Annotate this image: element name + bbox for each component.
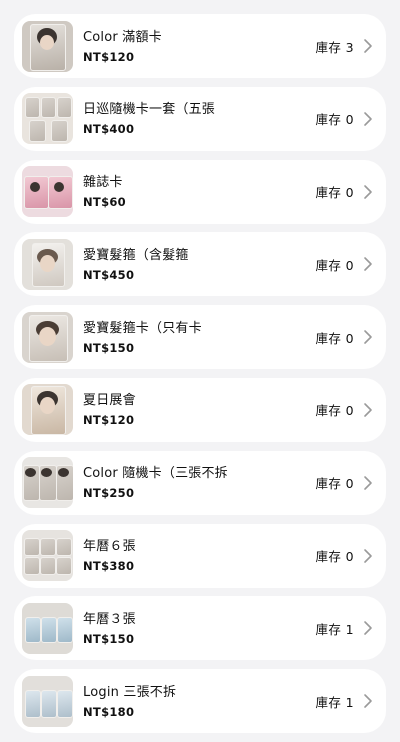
- product-row[interactable]: 年曆６張 NT$380 庫存 0: [14, 523, 386, 588]
- photocard-set-icon: [22, 93, 73, 145]
- product-row[interactable]: 夏日展會 NT$120 庫存 0: [14, 377, 386, 442]
- stock-count: 庫存 1: [315, 621, 354, 637]
- headband-photo-icon: [22, 238, 73, 290]
- calendar-three-icon: [22, 602, 73, 654]
- magazine-card-icon: [22, 166, 73, 218]
- three-card-set-icon: [22, 457, 73, 509]
- chevron-right-icon: [364, 694, 372, 708]
- stock-count: 庫存 0: [315, 549, 354, 565]
- product-price: NT$380: [83, 559, 135, 574]
- product-price: NT$150: [83, 340, 135, 355]
- product-list: Color 滿額卡 NT$120 庫存 3 日巡隨機卡一套（五張 NT$400 …: [14, 14, 386, 742]
- product-price: NT$60: [83, 195, 126, 210]
- product-row[interactable]: 雜誌卡 NT$60 庫存 0: [14, 159, 386, 224]
- product-name: 日巡隨機卡一套（五張: [83, 102, 216, 118]
- product-row[interactable]: Color 隨機卡（三張不拆 NT$250 庫存 0: [14, 450, 386, 515]
- stock-count: 庫存 0: [315, 257, 354, 273]
- product-name: 愛寶髮箍（含髮箍: [83, 247, 189, 263]
- chevron-right-icon: [364, 184, 372, 199]
- stock-count: 庫存 0: [315, 403, 354, 419]
- product-price: NT$250: [83, 486, 135, 501]
- product-price: NT$400: [83, 122, 135, 137]
- chevron-right-icon: [364, 475, 372, 490]
- stock-count: 庫存 0: [315, 330, 354, 346]
- product-name: 夏日展會: [83, 393, 136, 409]
- product-price: NT$180: [83, 704, 135, 719]
- stock-count: 庫存 0: [315, 476, 354, 492]
- product-price: NT$120: [83, 413, 135, 428]
- headband-card-icon: [22, 311, 73, 363]
- product-row[interactable]: 日巡隨機卡一套（五張 NT$400 庫存 0: [14, 86, 386, 151]
- stock-count: 庫存 1: [315, 694, 354, 710]
- product-name: Login 三張不拆: [83, 684, 177, 700]
- single-photocard-icon: [22, 20, 73, 72]
- chevron-right-icon: [364, 621, 372, 636]
- product-name: 年曆６張: [83, 539, 136, 555]
- summer-event-card-icon: [22, 384, 73, 436]
- chevron-right-icon: [364, 39, 372, 53]
- product-price: NT$150: [83, 631, 135, 646]
- chevron-right-icon: [364, 111, 372, 126]
- product-name: 年曆３張: [83, 611, 136, 627]
- product-row[interactable]: 愛寶髮箍卡（只有卡 NT$150 庫存 0: [14, 305, 386, 370]
- product-name: Color 滿額卡: [83, 29, 162, 45]
- product-row[interactable]: Color 滿額卡 NT$120 庫存 3: [14, 14, 386, 78]
- product-name: Color 隨機卡（三張不拆: [83, 466, 228, 482]
- chevron-right-icon: [364, 257, 372, 272]
- chevron-right-icon: [364, 330, 372, 344]
- calendar-six-icon: [22, 530, 73, 582]
- chevron-right-icon: [364, 403, 372, 417]
- product-name: 愛寶髮箍卡（只有卡: [83, 320, 202, 336]
- stock-count: 庫存 0: [315, 185, 354, 201]
- product-price: NT$120: [83, 49, 135, 64]
- product-price: NT$450: [83, 267, 135, 282]
- stock-count: 庫存 0: [315, 112, 354, 128]
- product-row[interactable]: 年曆３張 NT$150 庫存 1: [14, 596, 386, 661]
- login-card-set-icon: [22, 675, 73, 727]
- chevron-right-icon: [364, 548, 372, 563]
- product-row[interactable]: Login 三張不拆 NT$180 庫存 1: [14, 669, 386, 734]
- product-row[interactable]: 愛寶髮箍（含髮箍 NT$450 庫存 0: [14, 232, 386, 297]
- product-name: 雜誌卡: [83, 175, 123, 191]
- stock-count: 庫存 3: [315, 39, 354, 55]
